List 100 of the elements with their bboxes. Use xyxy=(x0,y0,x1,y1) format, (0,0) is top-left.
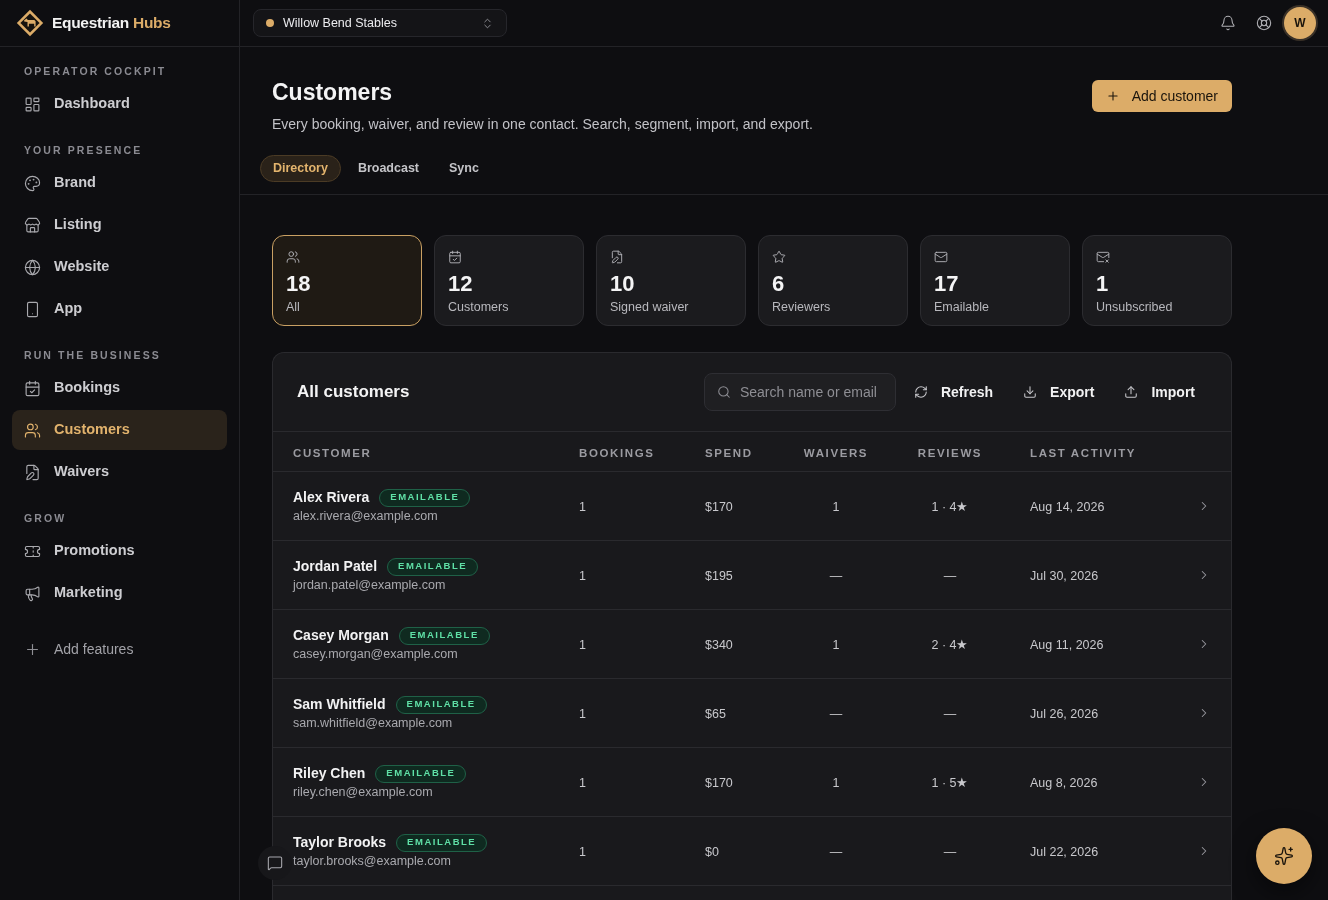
sidebar-item[interactable]: Brand xyxy=(12,163,227,203)
sidebar-item[interactable]: Marketing xyxy=(12,573,227,613)
customer-email: riley.chen@example.com xyxy=(293,783,433,801)
status-badge: EMAILABLE xyxy=(398,626,490,645)
customer-name: Alex Rivera xyxy=(293,488,370,507)
customer-email: taylor.brooks@example.com xyxy=(293,852,451,870)
sidebar-item[interactable]: Waivers xyxy=(12,452,227,492)
status-badge: EMAILABLE xyxy=(379,488,471,507)
sparkle-icon xyxy=(1274,846,1294,866)
column-header: REVIEWS xyxy=(917,446,983,459)
toolbar-button[interactable]: Import xyxy=(1112,373,1207,411)
table-cell: Aug 14, 2026 xyxy=(1030,500,1105,514)
chevrons-icon xyxy=(481,16,494,30)
stat-label: Customers xyxy=(448,299,509,316)
table-cell: — xyxy=(829,569,843,583)
stat-label: Reviewers xyxy=(772,299,831,316)
help-lifebuoy-icon[interactable] xyxy=(1256,15,1272,31)
table-cell: — xyxy=(943,569,957,583)
bell-icon[interactable] xyxy=(1220,15,1236,31)
page-subtitle: Every booking, waiver, and review in one contact. Search, segment, import, and export. xyxy=(272,115,813,134)
assistant-button[interactable] xyxy=(1256,828,1312,884)
stat-value: 12 xyxy=(448,270,473,298)
star-icon xyxy=(772,250,786,264)
refresh-icon xyxy=(913,385,928,399)
customer-name: Taylor Brooks xyxy=(293,833,387,852)
sidebar-item[interactable]: Listing xyxy=(12,205,227,245)
table-cell: — xyxy=(829,707,843,721)
status-badge: EMAILABLE xyxy=(375,764,467,783)
sidebar-item[interactable]: Promotions xyxy=(12,531,227,571)
stat-label: Unsubscribed xyxy=(1096,299,1173,316)
table-cell: 1 xyxy=(832,776,840,790)
add-features-button[interactable]: Add features xyxy=(12,629,227,669)
sidebar-item[interactable]: Dashboard xyxy=(12,84,227,124)
calendar-check-icon xyxy=(24,379,41,397)
stat-value: 18 xyxy=(286,270,311,298)
brand-name: Equestrian Hubs xyxy=(52,13,171,34)
column-header: WAIVERS xyxy=(803,446,869,459)
table-cell: $170 xyxy=(705,500,733,514)
add-customer-button[interactable]: Add customer xyxy=(1091,80,1232,112)
location-select[interactable]: Willow Bend Stables xyxy=(253,9,507,37)
sidebar-item[interactable]: Customers xyxy=(12,410,227,450)
table-cell: 1 xyxy=(579,845,586,859)
table-cell: — xyxy=(943,845,957,859)
tab[interactable]: Directory xyxy=(260,155,341,182)
column-header: BOOKINGS xyxy=(579,446,655,459)
status-badge: EMAILABLE xyxy=(395,695,487,714)
customer-name: Jordan Patel xyxy=(293,557,378,576)
stat-card[interactable]: 10 Signed waiver xyxy=(596,235,746,326)
customer-email: jordan.patel@example.com xyxy=(293,576,446,594)
table-cell: $195 xyxy=(705,569,733,583)
phone-icon xyxy=(24,300,41,318)
search-icon xyxy=(716,385,731,399)
toolbar-button[interactable]: Export xyxy=(1011,373,1107,411)
tab[interactable]: Sync xyxy=(436,155,492,182)
table-cell: 1 xyxy=(579,776,586,790)
section-label: OPERATOR COCKPIT xyxy=(23,64,168,78)
table-title: All customers xyxy=(297,381,410,404)
tab[interactable]: Broadcast xyxy=(344,155,433,182)
stat-card[interactable]: 17 Emailable xyxy=(920,235,1070,326)
table-cell: $340 xyxy=(705,638,733,652)
stat-value: 1 xyxy=(1096,270,1109,298)
stat-card[interactable]: 1 Unsubscribed xyxy=(1082,235,1232,326)
search-field[interactable]: Search name or email xyxy=(703,373,896,411)
customer-name: Casey Morgan xyxy=(293,626,389,645)
status-badge: EMAILABLE xyxy=(387,557,479,576)
sidebar-item[interactable]: App xyxy=(12,289,227,329)
table-cell: 1 xyxy=(579,707,586,721)
stat-label: Emailable xyxy=(934,299,989,316)
stat-value: 6 xyxy=(772,270,785,298)
customer-email: casey.morgan@example.com xyxy=(293,645,458,663)
plus-icon xyxy=(1105,89,1120,103)
mail-icon xyxy=(934,250,948,264)
section-label: RUN THE BUSINESS xyxy=(23,348,162,362)
logo-icon xyxy=(16,9,44,37)
download-icon xyxy=(1023,385,1038,399)
section-label: GROW xyxy=(23,511,68,525)
avatar-button[interactable]: W xyxy=(1284,7,1316,39)
sidebar-item[interactable]: Website xyxy=(12,247,227,287)
column-header: CUSTOMER xyxy=(293,446,372,459)
calendar-check-icon xyxy=(448,250,462,264)
mail-x-icon xyxy=(1096,250,1110,264)
palette-icon xyxy=(24,174,41,192)
stat-card[interactable]: 12 Customers xyxy=(434,235,584,326)
table-cell: Aug 11, 2026 xyxy=(1030,638,1104,652)
customer-email: alex.rivera@example.com xyxy=(293,507,438,525)
search-input[interactable]: Search name or email xyxy=(739,381,883,403)
table-cell: $0 xyxy=(705,845,719,859)
table-cell: Jul 22, 2026 xyxy=(1030,845,1099,859)
toolbar-button[interactable]: Refresh xyxy=(901,373,1006,411)
file-pen-icon xyxy=(24,463,41,481)
table-cell: 1 · 5★ xyxy=(931,776,969,790)
table-cell: Jul 26, 2026 xyxy=(1030,707,1099,721)
stat-value: 10 xyxy=(610,270,635,298)
chat-bubble-icon xyxy=(267,855,283,871)
sidebar-item[interactable]: Bookings xyxy=(12,368,227,408)
stat-card[interactable]: 18 All xyxy=(272,235,422,326)
table-cell: — xyxy=(829,845,843,859)
status-badge: EMAILABLE xyxy=(396,833,488,852)
dashboard-grid-icon xyxy=(24,95,41,113)
stat-card[interactable]: 6 Reviewers xyxy=(758,235,908,326)
